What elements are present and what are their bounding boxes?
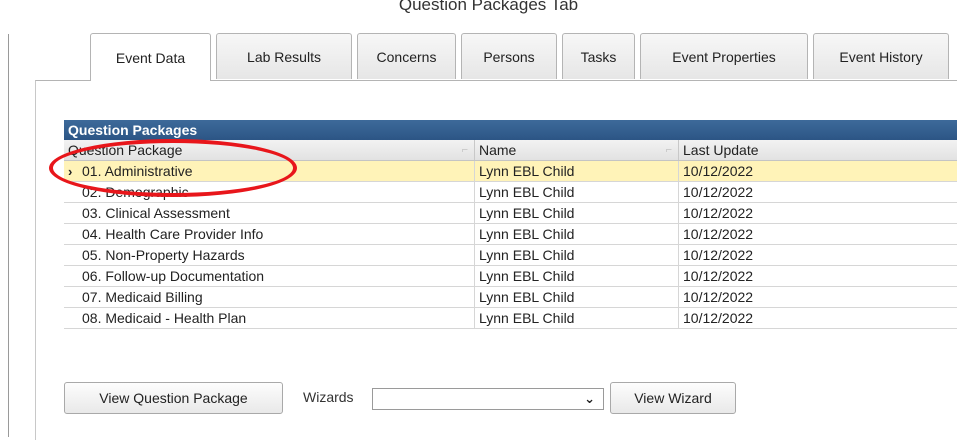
tab-lab-results[interactable]: Lab Results	[216, 33, 352, 79]
question-packages-grid: Question Packages Question Package ⌐ Name…	[64, 120, 957, 329]
cell-name: Lynn EBL Child	[475, 182, 679, 202]
cell-package: 07. Medicaid Billing	[64, 287, 475, 307]
column-header-name[interactable]: Name ⌐	[475, 140, 679, 160]
tab-event-data[interactable]: Event Data	[90, 33, 211, 81]
cell-text: 07. Medicaid Billing	[82, 289, 203, 305]
column-header-label: Last Update	[683, 142, 759, 158]
cell-text: 06. Follow-up Documentation	[82, 268, 265, 284]
table-row[interactable]: 08. Medicaid - Health Plan Lynn EBL Chil…	[64, 308, 957, 329]
chevron-right-icon: ›	[68, 164, 73, 179]
sort-icon: ⌐	[461, 144, 468, 156]
tab-label: Event Data	[115, 49, 186, 66]
column-header-last-update[interactable]: Last Update	[679, 140, 957, 160]
cell-updated: 10/12/2022	[679, 224, 957, 244]
tab-label: Event History	[839, 48, 923, 65]
table-row[interactable]: 04. Health Care Provider Info Lynn EBL C…	[64, 224, 957, 245]
chevron-down-icon: ⌄	[584, 391, 595, 406]
cell-package: 05. Non-Property Hazards	[64, 245, 475, 265]
table-row[interactable]: › 01. Administrative Lynn EBL Child 10/12…	[64, 161, 957, 182]
tab-bar: Event Data Lab Results Concerns Persons …	[90, 33, 954, 81]
cell-name: Lynn EBL Child	[475, 203, 679, 223]
cell-updated: 10/12/2022	[679, 287, 957, 307]
cell-text: 03. Clinical Assessment	[82, 205, 230, 221]
column-header-label: Question Package	[68, 142, 183, 158]
cell-package: 04. Health Care Provider Info	[64, 224, 475, 244]
wizards-select[interactable]: ⌄	[372, 388, 604, 410]
wizards-label: Wizards	[303, 389, 354, 405]
column-header-label: Name	[479, 142, 517, 158]
page-caption: Question Packages Tab	[398, 0, 579, 14]
cell-name: Lynn EBL Child	[475, 224, 679, 244]
cell-name: Lynn EBL Child	[475, 245, 679, 265]
cell-package: 08. Medicaid - Health Plan	[64, 308, 475, 328]
grid-title: Question Packages	[64, 120, 957, 140]
tab-concerns[interactable]: Concerns	[357, 33, 456, 79]
cell-updated: 10/12/2022	[679, 245, 957, 265]
cell-package: › 01. Administrative	[64, 161, 475, 181]
tab-label: Concerns	[376, 48, 437, 65]
tab-label: Persons	[483, 48, 535, 65]
tab-persons[interactable]: Persons	[461, 33, 557, 79]
tab-event-properties[interactable]: Event Properties	[640, 33, 808, 79]
cell-package: 02. Demographic	[64, 182, 475, 202]
tab-event-history[interactable]: Event History	[813, 33, 949, 79]
table-row[interactable]: 06. Follow-up Documentation Lynn EBL Chi…	[64, 266, 957, 287]
cell-updated: 10/12/2022	[679, 182, 957, 202]
cell-updated: 10/12/2022	[679, 308, 957, 328]
tab-tasks[interactable]: Tasks	[562, 33, 635, 79]
view-wizard-button[interactable]: View Wizard	[610, 382, 736, 414]
cell-text: 08. Medicaid - Health Plan	[82, 310, 247, 326]
grid-header: Question Package ⌐ Name ⌐ Last Update	[64, 140, 957, 161]
left-divider	[8, 34, 9, 437]
tab-label: Event Properties	[672, 48, 776, 65]
cell-text: 01. Administrative	[82, 163, 193, 179]
cell-updated: 10/12/2022	[679, 161, 957, 181]
column-header-question-package[interactable]: Question Package ⌐	[64, 140, 475, 160]
cell-name: Lynn EBL Child	[475, 161, 679, 181]
table-row[interactable]: 07. Medicaid Billing Lynn EBL Child 10/1…	[64, 287, 957, 308]
cell-package: 03. Clinical Assessment	[64, 203, 475, 223]
cell-name: Lynn EBL Child	[475, 308, 679, 328]
view-question-package-button[interactable]: View Question Package	[64, 382, 283, 414]
table-row[interactable]: 03. Clinical Assessment Lynn EBL Child 1…	[64, 203, 957, 224]
cell-text: 02. Demographic	[82, 184, 189, 200]
table-row[interactable]: 02. Demographic Lynn EBL Child 10/12/202…	[64, 182, 957, 203]
button-label: View Question Package	[99, 390, 248, 406]
tab-label: Tasks	[580, 48, 617, 65]
table-row[interactable]: 05. Non-Property Hazards Lynn EBL Child …	[64, 245, 957, 266]
sort-icon: ⌐	[665, 144, 672, 156]
cell-name: Lynn EBL Child	[475, 287, 679, 307]
tab-label: Lab Results	[247, 48, 321, 65]
button-label: View Wizard	[634, 390, 712, 406]
cell-name: Lynn EBL Child	[475, 266, 679, 286]
cell-updated: 10/12/2022	[679, 266, 957, 286]
cell-text: 04. Health Care Provider Info	[82, 226, 264, 242]
cell-updated: 10/12/2022	[679, 203, 957, 223]
cell-text: 05. Non-Property Hazards	[82, 247, 245, 263]
cell-package: 06. Follow-up Documentation	[64, 266, 475, 286]
